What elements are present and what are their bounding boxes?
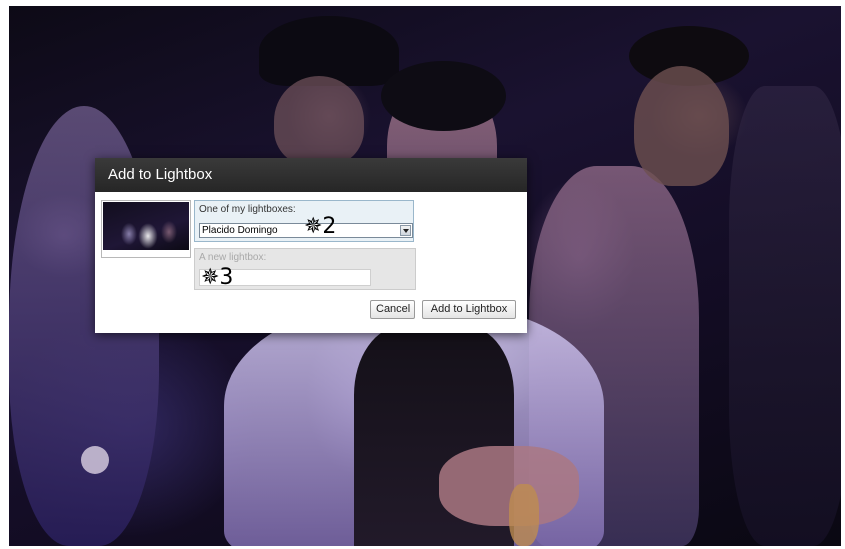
add-to-lightbox-dialog: Add to Lightbox One of my lightboxes: Pl… <box>95 158 527 333</box>
new-lightbox-input[interactable] <box>199 269 371 286</box>
lightbox-select[interactable]: Placido Domingo <box>199 223 413 238</box>
photo-figure <box>729 86 841 546</box>
existing-lightbox-group: One of my lightboxes: Placido Domingo <box>194 200 414 242</box>
photo-figure <box>509 484 539 546</box>
image-thumbnail <box>101 200 191 258</box>
dialog-title: Add to Lightbox <box>95 158 527 192</box>
new-lightbox-group: A new lightbox: <box>194 248 416 290</box>
existing-lightbox-label: One of my lightboxes: <box>199 204 296 215</box>
sheriff-star <box>81 446 109 474</box>
thumbnail-image <box>103 202 189 250</box>
add-to-lightbox-button[interactable]: Add to Lightbox <box>422 300 516 319</box>
page: Add to Lightbox One of my lightboxes: Pl… <box>0 0 845 549</box>
lightbox-select-value: Placido Domingo <box>202 225 278 236</box>
dropdown-arrow-icon[interactable] <box>400 225 411 236</box>
photo-figure <box>274 76 364 166</box>
cancel-button[interactable]: Cancel <box>370 300 415 319</box>
photo-figure <box>259 16 399 86</box>
new-lightbox-label: A new lightbox: <box>199 252 267 263</box>
dialog-body: One of my lightboxes: Placido Domingo A … <box>95 192 527 333</box>
photo-figure <box>634 66 729 186</box>
photo-figure <box>381 61 506 131</box>
